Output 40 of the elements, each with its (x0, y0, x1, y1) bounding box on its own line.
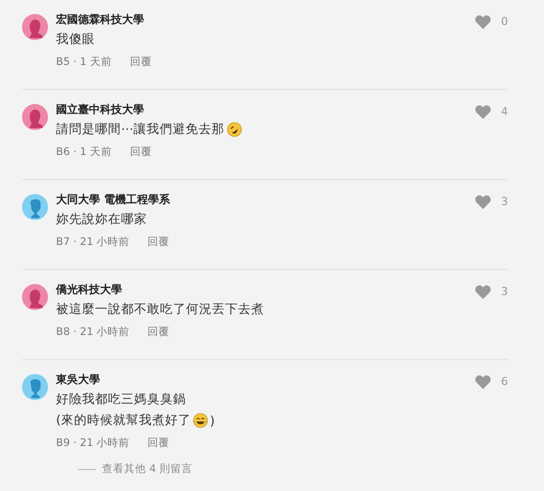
author-name[interactable]: 國立臺中科技大學 (56, 102, 144, 117)
comment-text: (來的時候就幫我煮好了 (56, 412, 191, 429)
like-count: 6 (501, 375, 508, 388)
comment-text: 我傻眼 (56, 31, 95, 48)
heart-icon[interactable] (475, 15, 491, 29)
reply-link[interactable]: 回覆 (130, 145, 152, 159)
avatar-icon (22, 14, 48, 40)
comment-text: 好險我都吃三媽臭臭鍋 (56, 391, 186, 408)
avatar-icon (22, 194, 48, 220)
heart-icon[interactable] (475, 285, 491, 299)
comment-text: 被這麼一說都不敢吃了何況丟下去煮 (56, 301, 264, 318)
heart-icon[interactable] (475, 105, 491, 119)
heart-icon[interactable] (475, 375, 491, 389)
reply-link[interactable]: 回覆 (148, 436, 170, 450)
avatar-icon (22, 374, 48, 400)
avatar-icon (22, 284, 48, 310)
comment-meta: B8 · 21 小時前 (56, 325, 130, 339)
heart-icon[interactable] (475, 195, 491, 209)
like-count: 3 (501, 285, 508, 298)
comment-text: ) (210, 413, 215, 428)
reply-link[interactable]: 回覆 (130, 55, 152, 69)
comment-meta: B5 · 1 天前 (56, 55, 112, 69)
laughing-emoji-icon (226, 122, 242, 137)
like-count: 0 (501, 15, 508, 28)
like-count: 3 (501, 195, 508, 208)
like-count: 4 (501, 105, 508, 118)
reply-link[interactable]: 回覆 (148, 235, 170, 249)
author-name[interactable]: 東吳大學 (56, 372, 100, 387)
author-name[interactable]: 大同大學 電機工程學系 (56, 192, 170, 207)
comment-meta: B6 · 1 天前 (56, 145, 112, 159)
laughing-emoji-icon (192, 413, 208, 428)
avatar-icon (22, 104, 48, 130)
author-name[interactable]: 僑光科技大學 (56, 282, 122, 297)
comment-text: 請問是哪間⋯讓我們避免去那 (56, 121, 224, 138)
comment-meta: B7 · 21 小時前 (56, 235, 130, 249)
comment-meta: B9 · 21 小時前 (56, 436, 130, 450)
comment-text: 妳先說妳在哪家 (56, 211, 147, 228)
reply-link[interactable]: 回覆 (148, 325, 170, 339)
more-comments-link[interactable]: 查看其他 4 則留言 (78, 462, 192, 476)
author-name[interactable]: 宏國德霖科技大學 (56, 12, 144, 27)
